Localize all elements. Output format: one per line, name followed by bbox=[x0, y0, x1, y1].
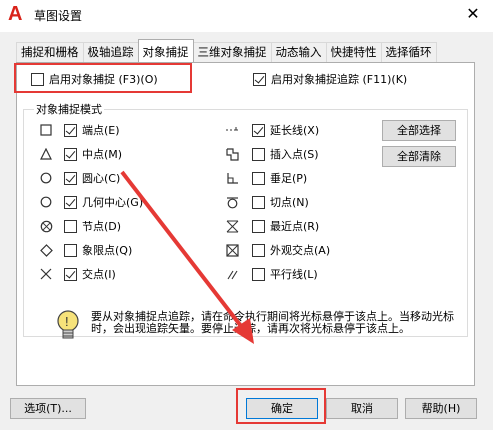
checkbox-box[interactable] bbox=[31, 72, 44, 86]
intersection-checkbox[interactable]: 交点(I) bbox=[64, 266, 116, 282]
tangent-checkbox[interactable]: 切点(N) bbox=[252, 194, 309, 210]
midpoint-checkbox[interactable]: 中点(M) bbox=[64, 146, 122, 162]
tab-dynamic-input[interactable]: 动态输入 bbox=[270, 42, 327, 62]
osnap-on-label: 启用对象捕捉 (F3)(O) bbox=[49, 73, 158, 86]
intersection-label: 交点(I) bbox=[82, 268, 116, 281]
tangent-icon bbox=[224, 194, 240, 210]
checkbox-box[interactable] bbox=[64, 195, 77, 209]
extension-icon bbox=[224, 122, 240, 138]
cross-icon bbox=[38, 266, 54, 282]
tab-panel: 启用对象捕捉 (F3)(O) 启用对象捕捉追踪 (F11)(K) 对象捕捉模式 bbox=[16, 62, 475, 386]
triangle-icon bbox=[38, 146, 54, 162]
insert-icon bbox=[224, 146, 240, 162]
apparent-intersection-label: 外观交点(A) bbox=[270, 244, 331, 257]
checkbox-box[interactable] bbox=[64, 243, 77, 257]
title-bar: A 草图设置 ✕ bbox=[0, 0, 493, 32]
perpendicular-icon bbox=[224, 170, 240, 186]
checkbox-box[interactable] bbox=[253, 72, 266, 86]
cancel-button[interactable]: 取消 bbox=[326, 398, 398, 419]
window-title: 草图设置 bbox=[34, 9, 83, 23]
apparent-intersection-checkbox[interactable]: 外观交点(A) bbox=[252, 242, 330, 258]
tab-quick-properties[interactable]: 快捷特性 bbox=[325, 42, 382, 62]
checkbox-box[interactable] bbox=[64, 219, 77, 233]
tab-strip: 捕捉和栅格 极轴追踪 对象捕捉 三维对象捕捉 动态输入 快捷特性 选择循环 bbox=[16, 39, 437, 62]
geometric-center-label: 几何中心(G) bbox=[82, 196, 144, 209]
node-checkbox[interactable]: 节点(D) bbox=[64, 218, 121, 234]
node-label: 节点(D) bbox=[82, 220, 122, 233]
tab-object-snap[interactable]: 对象捕捉 bbox=[137, 39, 194, 62]
circle-icon bbox=[38, 170, 54, 186]
perpendicular-checkbox[interactable]: 垂足(P) bbox=[252, 170, 307, 186]
square-icon bbox=[38, 122, 54, 138]
apparent-intersection-icon bbox=[224, 242, 240, 258]
checkbox-box[interactable] bbox=[252, 243, 265, 257]
autocad-logo-icon: A bbox=[8, 3, 23, 25]
dialog-client: 捕捉和栅格 极轴追踪 对象捕捉 三维对象捕捉 动态输入 快捷特性 选择循环 启用… bbox=[0, 32, 493, 430]
tangent-label: 切点(N) bbox=[270, 196, 309, 209]
tracking-hint: 要从对象捕捉点追踪，请在命令执行期间将光标悬停于该点上。当移动光标时，会出现追踪… bbox=[91, 310, 454, 335]
parallel-icon bbox=[224, 266, 240, 282]
perpendicular-label: 垂足(P) bbox=[270, 172, 308, 185]
extension-checkbox[interactable]: 延长线(X) bbox=[252, 122, 319, 138]
nearest-checkbox[interactable]: 最近点(R) bbox=[252, 218, 319, 234]
close-icon[interactable]: ✕ bbox=[459, 3, 487, 25]
clear-all-button[interactable]: 全部清除 bbox=[382, 146, 456, 167]
center-checkbox[interactable]: 圆心(C) bbox=[64, 170, 120, 186]
osnap-on-checkbox[interactable]: 启用对象捕捉 (F3)(O) bbox=[31, 71, 158, 87]
group-title: 对象捕捉模式 bbox=[34, 101, 104, 117]
nearest-label: 最近点(R) bbox=[270, 220, 320, 233]
center-label: 圆心(C) bbox=[82, 172, 121, 185]
ok-button[interactable]: 确定 bbox=[246, 398, 318, 419]
select-all-button[interactable]: 全部选择 bbox=[382, 120, 456, 141]
parallel-checkbox[interactable]: 平行线(L) bbox=[252, 266, 318, 282]
endpoint-checkbox[interactable]: 端点(E) bbox=[64, 122, 120, 138]
tab-selection-cycling[interactable]: 选择循环 bbox=[380, 42, 437, 62]
help-button[interactable]: 帮助(H) bbox=[405, 398, 477, 419]
checkbox-box[interactable] bbox=[64, 267, 77, 281]
tab-snap-grid[interactable]: 捕捉和栅格 bbox=[16, 42, 84, 62]
extension-label: 延长线(X) bbox=[270, 124, 320, 137]
quadrant-label: 象限点(Q) bbox=[82, 244, 133, 257]
tab-3d-object-snap[interactable]: 三维对象捕捉 bbox=[192, 42, 272, 62]
checkbox-box[interactable] bbox=[252, 147, 265, 161]
snap-modes-group: 对象捕捉模式 端点(E) 中点(M) 圆心(C) 几何中心(G) 节点(D) 象… bbox=[23, 101, 468, 337]
endpoint-label: 端点(E) bbox=[82, 124, 120, 137]
insertion-checkbox[interactable]: 插入点(S) bbox=[252, 146, 319, 162]
checkbox-box[interactable] bbox=[252, 267, 265, 281]
geometric-center-checkbox[interactable]: 几何中心(G) bbox=[64, 194, 143, 210]
checkbox-box[interactable] bbox=[64, 171, 77, 185]
insertion-label: 插入点(S) bbox=[270, 148, 319, 161]
checkbox-box[interactable] bbox=[64, 123, 77, 137]
osnap-tracking-label: 启用对象捕捉追踪 (F11)(K) bbox=[271, 73, 408, 86]
lightbulb-icon: ! bbox=[55, 309, 81, 343]
tab-polar-tracking[interactable]: 极轴追踪 bbox=[82, 42, 139, 62]
options-button[interactable]: 选项(T)... bbox=[10, 398, 86, 419]
checkbox-box[interactable] bbox=[252, 195, 265, 209]
checkbox-box[interactable] bbox=[252, 219, 265, 233]
svg-text:!: ! bbox=[65, 314, 69, 329]
node-icon bbox=[38, 218, 54, 234]
osnap-tracking-checkbox[interactable]: 启用对象捕捉追踪 (F11)(K) bbox=[253, 71, 407, 87]
checkbox-box[interactable] bbox=[252, 123, 265, 137]
checkbox-box[interactable] bbox=[252, 171, 265, 185]
circle-icon bbox=[38, 194, 54, 210]
nearest-icon bbox=[224, 218, 240, 234]
diamond-icon bbox=[38, 242, 54, 258]
checkbox-box[interactable] bbox=[64, 147, 77, 161]
parallel-label: 平行线(L) bbox=[270, 268, 318, 281]
midpoint-label: 中点(M) bbox=[82, 148, 123, 161]
quadrant-checkbox[interactable]: 象限点(Q) bbox=[64, 242, 132, 258]
